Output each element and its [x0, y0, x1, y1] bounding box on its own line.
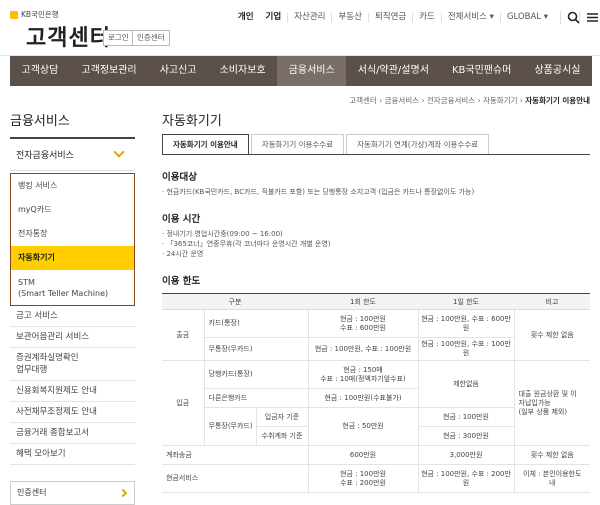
- main-nav: 고객상담 고객정보관리 사고신고 소비자보호 금융서비스 서식/약관/설명서 K…: [10, 56, 592, 86]
- breadcrumb-item[interactable]: 금융서비스: [385, 96, 420, 105]
- gnb-item[interactable]: 상품공시실: [523, 56, 592, 86]
- util-all-services[interactable]: 전체서비스 ▾: [440, 13, 500, 22]
- chevron-right-icon: [118, 488, 128, 498]
- table-row: 출금 카드(통장) 현금 : 100만원 수표 : 600만원 현금 : 100만…: [162, 309, 590, 361]
- util-global[interactable]: GLOBAL ▾: [499, 13, 554, 22]
- page-title: 자동화기기: [162, 114, 222, 129]
- util-realestate[interactable]: 부동산: [331, 13, 367, 22]
- util-corporate[interactable]: 기업: [260, 13, 288, 22]
- breadcrumb-item[interactable]: 고객센터: [349, 96, 377, 105]
- cert-center-button[interactable]: 인증센터: [132, 30, 170, 46]
- submenu-item[interactable]: myQ카드: [11, 198, 134, 222]
- util-personal[interactable]: 개인: [232, 13, 260, 22]
- util-asset[interactable]: 자산관리: [287, 13, 331, 22]
- sidebar-submenu: 뱅킹 서비스 myQ카드 전자통장 자동화기기 STM (Smart Teller…: [10, 173, 135, 306]
- breadcrumb-item[interactable]: 자동화기기: [483, 96, 518, 105]
- submenu-item[interactable]: 전자통장: [11, 222, 134, 246]
- section-title: 이용 한도: [162, 276, 201, 287]
- tab-usage-fee[interactable]: 자동화기기 이용수수료: [250, 134, 345, 154]
- table-row: 입금 당행카드(통장) 현금 : 150매 수표 : 10매(정액자기앞수표) 제…: [162, 360, 590, 446]
- limit-table: 구분 1회 한도 1일 한도 비고 출금 카드(통장) 현금 : 100만원 수표…: [162, 293, 590, 493]
- header: KB국민은행 고객센터 로그인 인증센터 개인 기업 자산관리 부동산 퇴직연금…: [0, 0, 600, 56]
- table-row: 계좌송금 600만원 3,000만원 횟수 제한 없음: [162, 445, 590, 465]
- submenu-item-active[interactable]: 자동화기기: [11, 246, 134, 270]
- sidebar-title: 금융서비스: [10, 110, 135, 139]
- logo-text: KB국민은행: [21, 10, 59, 19]
- kb-logo[interactable]: KB국민은행: [10, 9, 59, 20]
- page-header-title[interactable]: 고객센터: [26, 20, 111, 52]
- breadcrumb-item[interactable]: 전자금융서비스: [427, 96, 475, 105]
- sidebar: 금융서비스 전자금융서비스 뱅킹 서비스 myQ카드 전자통장 자동화기기 ST…: [10, 110, 135, 505]
- gnb-item[interactable]: 고객정보관리: [70, 56, 148, 86]
- search-icon[interactable]: [560, 11, 580, 24]
- breadcrumb-current: 자동화기기 이용안내: [525, 96, 590, 105]
- cert-center-link[interactable]: 인증센터: [10, 481, 135, 505]
- tab-bar: 자동화기기 이용안내 자동화기기 이용수수료 자동화기기 연계(가상)계좌 이용…: [162, 134, 590, 155]
- util-pension[interactable]: 퇴직연금: [367, 13, 412, 22]
- sidebar-item[interactable]: 금융거래 종합보고서: [10, 423, 135, 444]
- gnb-item[interactable]: 서식/약관/설명서: [346, 56, 440, 86]
- gnb-item-active[interactable]: 금융서비스: [277, 56, 347, 86]
- tab-virtual-account-fee[interactable]: 자동화기기 연계(가상)계좌 이용수수료: [346, 134, 490, 154]
- section-text: · 정내기기 영업시간중(09:00 ~ 16:00) · 「365코너」연중무…: [162, 230, 331, 258]
- sidebar-list: 금고 서비스 보관어음관리 서비스 증권계좌실명확인 업무대행 신용회복지원제도 …: [10, 306, 135, 465]
- submenu-item[interactable]: 뱅킹 서비스: [11, 174, 134, 198]
- section-title: 이용 시간: [162, 214, 201, 225]
- table-row: 현금서비스 현금 : 100만원 수표 : 200만원 현금 : 100만원, 수…: [162, 464, 590, 493]
- breadcrumb: 고객센터 › 금융서비스 › 전자금융서비스 › 자동화기기 › 자동화기기 이…: [349, 96, 590, 105]
- table-header-row: 구분 1회 한도 1일 한도 비고: [162, 293, 590, 310]
- chevron-down-icon: [113, 146, 125, 158]
- submenu-item-stm[interactable]: STM (Smart Teller Machine): [11, 270, 134, 305]
- sidebar-item[interactable]: 금고 서비스: [10, 306, 135, 327]
- menu-icon[interactable]: [579, 11, 598, 24]
- gnb-item[interactable]: KB국민팬슈머: [440, 56, 523, 86]
- gnb-item[interactable]: 사고신고: [148, 56, 208, 86]
- sidebar-item[interactable]: 신용회복지원제도 안내: [10, 381, 135, 402]
- sidebar-item[interactable]: 증권계좌실명확인 업무대행: [10, 348, 135, 381]
- kb-star-icon: [10, 10, 18, 19]
- main-content: 자동화기기 자동화기기 이용안내 자동화기기 이용수수료 자동화기기 연계(가상…: [162, 110, 590, 493]
- util-card[interactable]: 카드: [412, 13, 441, 22]
- gnb-item[interactable]: 고객상담: [10, 56, 70, 86]
- tab-usage-guide[interactable]: 자동화기기 이용안내: [162, 134, 249, 154]
- sidebar-item[interactable]: 보관어음관리 서비스: [10, 327, 135, 348]
- utility-nav: 개인 기업 자산관리 부동산 퇴직연금 카드 전체서비스 ▾ GLOBAL ▾: [232, 11, 598, 24]
- sidebar-item[interactable]: 사전채무조정제도 안내: [10, 402, 135, 423]
- sidebar-selected-menu[interactable]: 전자금융서비스: [10, 139, 135, 171]
- login-button[interactable]: 로그인: [103, 30, 134, 46]
- section-title: 이용대상: [162, 172, 197, 183]
- sidebar-selected-label: 전자금융서비스: [16, 151, 74, 161]
- gnb-item[interactable]: 소비자보호: [208, 56, 277, 86]
- section-text: · 현금카드(KB국민카드, BC카드, 직불카드 포함) 또는 당행통장 소지…: [162, 188, 475, 196]
- sidebar-item[interactable]: 혜택 모아보기: [10, 444, 135, 465]
